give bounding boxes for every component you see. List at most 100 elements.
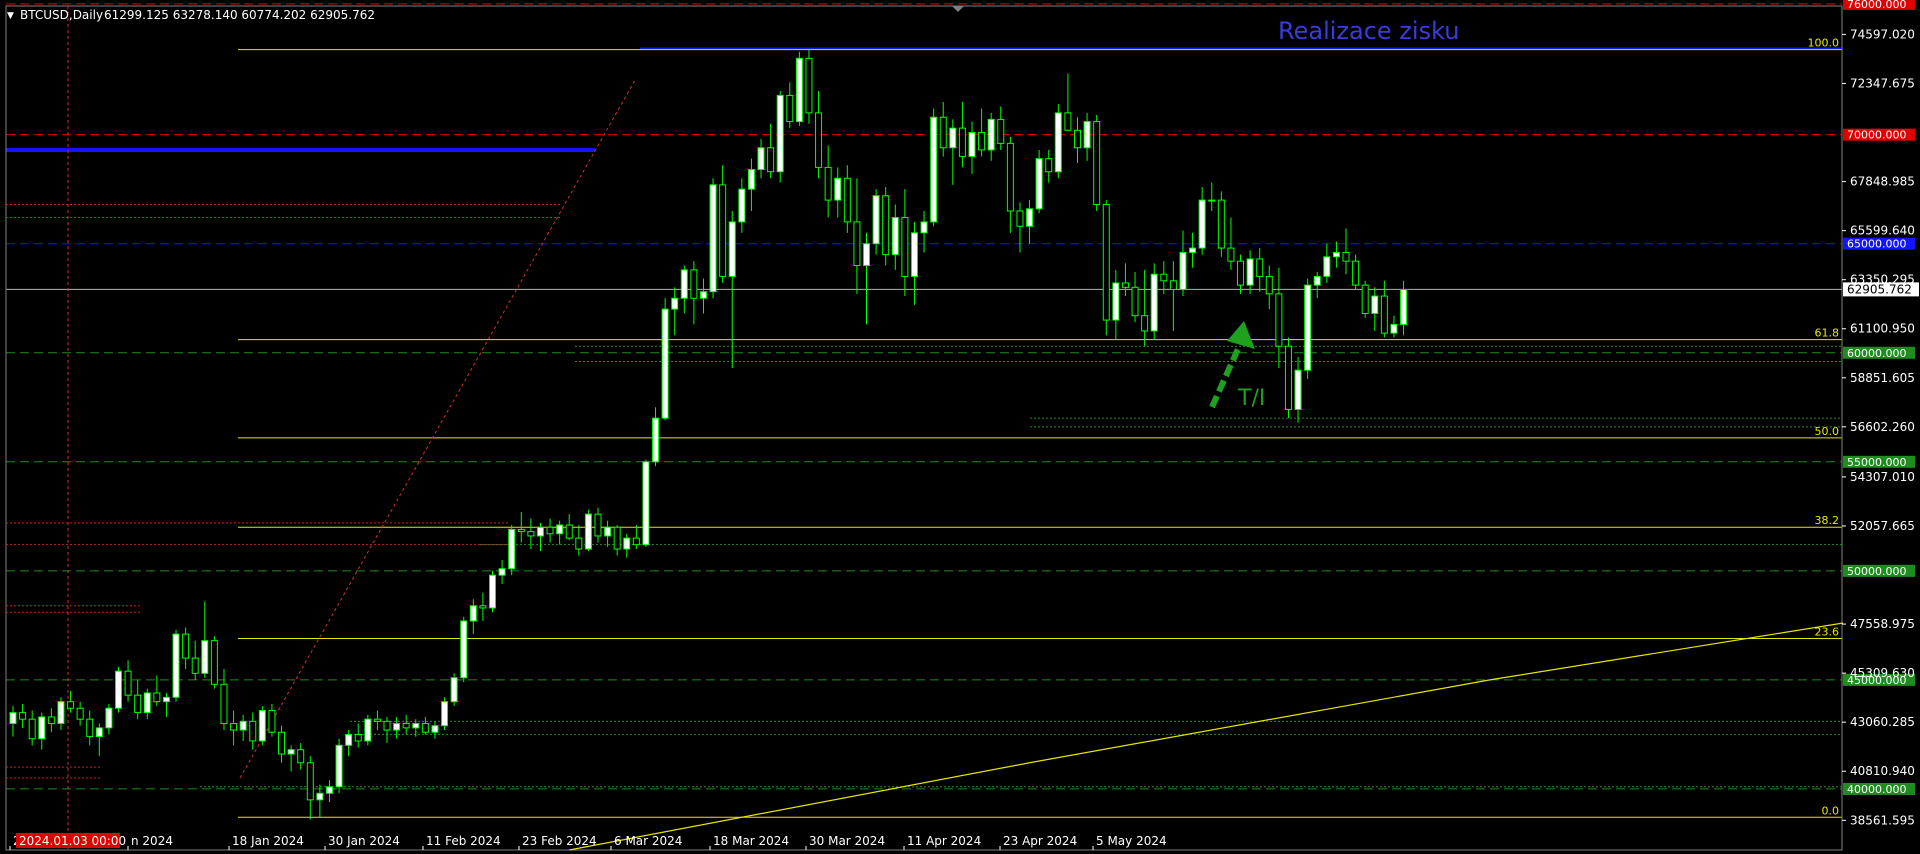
candle-body[interactable] bbox=[498, 568, 506, 576]
candle-body[interactable] bbox=[604, 526, 612, 537]
candle-body[interactable] bbox=[1400, 289, 1408, 325]
candle-body[interactable] bbox=[843, 177, 851, 223]
candle-body[interactable] bbox=[450, 677, 458, 703]
candle-body[interactable] bbox=[1026, 208, 1034, 227]
candle-body[interactable] bbox=[853, 221, 861, 267]
candle-body[interactable] bbox=[1160, 273, 1168, 282]
candle-body[interactable] bbox=[527, 531, 535, 537]
candle-body[interactable] bbox=[335, 744, 343, 788]
candle-body[interactable] bbox=[114, 670, 122, 709]
candle-body[interactable] bbox=[882, 195, 890, 256]
candle-body[interactable] bbox=[719, 184, 727, 277]
chart-canvas[interactable]: 100.061.850.038.223.60.0 Realizace zisku… bbox=[0, 0, 1920, 854]
candle-body[interactable] bbox=[1246, 258, 1254, 286]
candle-body[interactable] bbox=[709, 184, 717, 293]
moving-average-line[interactable] bbox=[569, 545, 1920, 851]
candle-body[interactable] bbox=[1054, 112, 1062, 173]
candle-body[interactable] bbox=[1064, 112, 1072, 131]
candle-body[interactable] bbox=[412, 723, 420, 729]
candle-body[interactable] bbox=[910, 232, 918, 277]
candle-body[interactable] bbox=[220, 683, 228, 725]
candle-body[interactable] bbox=[306, 762, 314, 801]
candle-body[interactable] bbox=[901, 217, 909, 277]
entry-annotation[interactable]: T/I bbox=[1237, 386, 1265, 411]
candle-body[interactable] bbox=[469, 605, 477, 622]
candle-body[interactable] bbox=[949, 127, 957, 149]
candle-body[interactable] bbox=[863, 243, 871, 267]
candle-body[interactable] bbox=[1045, 158, 1053, 173]
candle-body[interactable] bbox=[393, 723, 401, 731]
candle-body[interactable] bbox=[978, 131, 986, 151]
candle-body[interactable] bbox=[920, 221, 928, 234]
candle-body[interactable] bbox=[191, 657, 199, 674]
candle-body[interactable] bbox=[105, 707, 113, 729]
candle-body[interactable] bbox=[1189, 247, 1197, 253]
candle-body[interactable] bbox=[249, 720, 257, 742]
candle-body[interactable] bbox=[345, 733, 353, 746]
candle-body[interactable] bbox=[642, 461, 650, 546]
candle-body[interactable] bbox=[76, 707, 84, 720]
candle-body[interactable] bbox=[1294, 369, 1302, 410]
candle-body[interactable] bbox=[258, 709, 266, 742]
candle-body[interactable] bbox=[239, 720, 247, 731]
candle-body[interactable] bbox=[1380, 295, 1388, 334]
candle-body[interactable] bbox=[57, 701, 65, 725]
trend-line[interactable] bbox=[239, 79, 636, 779]
candle-body[interactable] bbox=[623, 537, 631, 550]
candle-body[interactable] bbox=[1083, 121, 1091, 149]
candle-body[interactable] bbox=[1169, 280, 1177, 291]
candle-body[interactable] bbox=[134, 694, 142, 714]
candle-body[interactable] bbox=[373, 718, 381, 722]
scroll-marker-icon[interactable] bbox=[952, 6, 964, 12]
candle-body[interactable] bbox=[834, 177, 842, 201]
candle-body[interactable] bbox=[124, 670, 132, 696]
candle-body[interactable] bbox=[1342, 251, 1350, 262]
candle-body[interactable] bbox=[1131, 286, 1139, 317]
candle-body[interactable] bbox=[479, 605, 487, 609]
candle-body[interactable] bbox=[460, 620, 468, 679]
candle-body[interactable] bbox=[680, 269, 688, 299]
candle-body[interactable] bbox=[1035, 158, 1043, 210]
candle-body[interactable] bbox=[421, 723, 429, 733]
candle-body[interactable] bbox=[1265, 275, 1273, 295]
candle-body[interactable] bbox=[1371, 295, 1379, 315]
candle-body[interactable] bbox=[201, 640, 209, 674]
candle-body[interactable] bbox=[795, 57, 803, 123]
candle-body[interactable] bbox=[325, 786, 333, 794]
candle-body[interactable] bbox=[287, 749, 295, 755]
candle-body[interactable] bbox=[1102, 203, 1110, 321]
candle-body[interactable] bbox=[1179, 251, 1187, 291]
candle-body[interactable] bbox=[805, 57, 813, 114]
candle-body[interactable] bbox=[891, 217, 899, 256]
candle-body[interactable] bbox=[1256, 258, 1264, 277]
candle-body[interactable] bbox=[575, 537, 583, 550]
candle-body[interactable] bbox=[930, 116, 938, 223]
candle-body[interactable] bbox=[968, 131, 976, 157]
candle-body[interactable] bbox=[1352, 260, 1360, 286]
candle-body[interactable] bbox=[210, 640, 218, 685]
candle-body[interactable] bbox=[1237, 260, 1245, 286]
candle-body[interactable] bbox=[162, 696, 170, 703]
candle-body[interactable] bbox=[1284, 345, 1292, 410]
candle-body[interactable] bbox=[354, 733, 362, 742]
candle-body[interactable] bbox=[517, 528, 525, 533]
candle-body[interactable] bbox=[1121, 282, 1129, 288]
candle-body[interactable] bbox=[594, 513, 602, 537]
candle-body[interactable] bbox=[997, 118, 1005, 144]
candle-body[interactable] bbox=[872, 195, 880, 245]
candle-body[interactable] bbox=[9, 712, 17, 725]
candle-body[interactable] bbox=[738, 188, 746, 223]
candle-body[interactable] bbox=[786, 94, 794, 123]
candle-body[interactable] bbox=[383, 720, 391, 731]
candle-body[interactable] bbox=[757, 147, 765, 171]
candle-body[interactable] bbox=[939, 116, 947, 149]
candle-body[interactable] bbox=[1361, 284, 1369, 315]
candle-body[interactable] bbox=[95, 727, 103, 738]
candle-body[interactable] bbox=[1217, 199, 1225, 249]
candle-body[interactable] bbox=[1141, 315, 1149, 332]
candle-body[interactable] bbox=[1198, 199, 1206, 249]
candle-body[interactable] bbox=[508, 528, 516, 570]
candle-body[interactable] bbox=[1390, 323, 1398, 334]
candle-body[interactable] bbox=[1304, 284, 1312, 371]
candle-body[interactable] bbox=[632, 537, 640, 546]
